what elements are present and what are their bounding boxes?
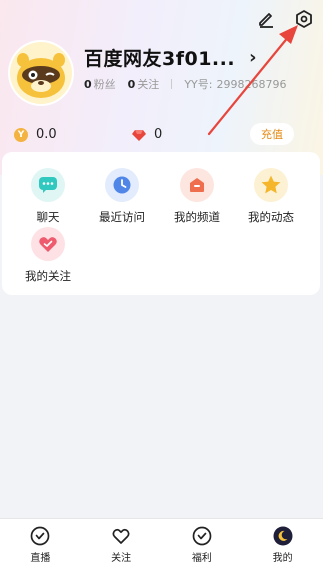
grid-label-recent-visits: 最近访问 — [99, 210, 145, 224]
grid-item-my-channel[interactable]: 我的频道 — [157, 168, 237, 225]
profile-stats: 0 粉丝 0 关注 YY号: 2998268796 — [84, 76, 286, 92]
fans-label[interactable]: 粉丝 — [94, 76, 116, 92]
recharge-button[interactable]: 充值 — [250, 123, 294, 145]
feature-grid-card: 聊天 最近访问 我的频道 我的动态 我的关注 — [2, 152, 320, 295]
grid-item-my-follows[interactable]: 我的关注 — [8, 227, 88, 284]
edit-icon[interactable] — [255, 8, 277, 30]
gem-balance: 0 — [154, 127, 163, 142]
top-action-bar — [255, 8, 315, 30]
live-icon — [30, 526, 50, 546]
follow-label[interactable]: 关注 — [137, 76, 159, 92]
fans-count: 0 — [84, 77, 92, 91]
tab-welfare[interactable]: 福利 — [162, 519, 243, 567]
tab-live[interactable]: 直播 — [0, 519, 81, 567]
wallet-bar: Y 0.0 0 充值 — [0, 120, 323, 150]
coin-icon: Y — [14, 128, 28, 142]
tab-label-welfare: 福利 — [191, 553, 212, 564]
moon-avatar-icon — [273, 526, 293, 546]
tab-follow[interactable]: 关注 — [81, 519, 162, 567]
channel-icon — [180, 168, 214, 202]
tab-label-mine: 我的 — [272, 553, 293, 564]
grid-label-my-channel: 我的频道 — [174, 210, 220, 224]
tab-mine[interactable]: 我的 — [242, 519, 323, 567]
clock-icon — [105, 168, 139, 202]
welfare-icon — [192, 526, 212, 546]
chevron-right-icon: › — [249, 47, 257, 68]
grid-item-my-moments[interactable]: 我的动态 — [231, 168, 311, 225]
yy-number: 2998268796 — [216, 77, 287, 91]
grid-item-recent-visits[interactable]: 最近访问 — [82, 168, 162, 225]
yy-label: YY号: — [184, 78, 213, 91]
nickname: 百度网友3f01... — [84, 48, 236, 70]
chat-icon — [31, 168, 65, 202]
nickname-row[interactable]: 百度网友3f01... › — [84, 44, 257, 71]
grid-item-chat[interactable]: 聊天 — [8, 168, 88, 225]
grid-label-chat: 聊天 — [36, 210, 60, 224]
grid-label-my-moments: 我的动态 — [248, 210, 294, 224]
avatar[interactable] — [10, 42, 72, 104]
star-icon — [254, 168, 288, 202]
tab-label-live: 直播 — [30, 553, 51, 564]
grid-label-my-follows: 我的关注 — [25, 269, 71, 283]
divider — [171, 79, 173, 89]
heart-outline-icon — [111, 526, 131, 546]
coin-balance: 0.0 — [36, 127, 57, 142]
gem-icon — [132, 130, 146, 141]
heart-icon — [31, 227, 65, 261]
bottom-tab-bar: 直播 关注 福利 我的 — [0, 518, 323, 567]
settings-icon[interactable] — [293, 8, 315, 30]
tab-label-follow: 关注 — [111, 553, 132, 564]
follow-count: 0 — [127, 77, 136, 91]
